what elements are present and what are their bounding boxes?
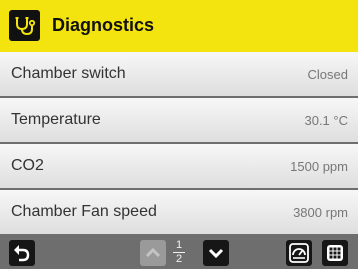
chevron-up-icon bbox=[145, 247, 161, 258]
gauge-button[interactable] bbox=[286, 240, 312, 266]
row-label: CO2 bbox=[11, 157, 44, 174]
row-label: Temperature bbox=[11, 111, 101, 128]
list-item-chamber-switch: Chamber switch Closed bbox=[0, 52, 358, 96]
row-value: 1500 ppm bbox=[290, 159, 348, 174]
footer-toolbar: 1 2 bbox=[0, 236, 358, 269]
page-up-button[interactable] bbox=[140, 240, 166, 266]
row-label: Chamber Fan speed bbox=[11, 203, 157, 220]
diagnostics-list: Chamber switch Closed Temperature 30.1 °… bbox=[0, 52, 358, 236]
stethoscope-icon bbox=[9, 10, 40, 41]
page-total: 2 bbox=[175, 253, 183, 265]
back-button[interactable] bbox=[9, 240, 35, 266]
row-value: 3800 rpm bbox=[293, 205, 348, 220]
list-item-temperature: Temperature 30.1 °C bbox=[0, 98, 358, 142]
grid-menu-icon bbox=[327, 245, 343, 261]
list-item-co2: CO2 1500 ppm bbox=[0, 144, 358, 188]
page-down-button[interactable] bbox=[203, 240, 229, 266]
row-value: 30.1 °C bbox=[304, 113, 348, 128]
list-item-chamber-fan-speed: Chamber Fan speed 3800 rpm bbox=[0, 190, 358, 234]
header-bar: Diagnostics bbox=[0, 0, 358, 52]
diagnostics-screen: Diagnostics Chamber switch Closed Temper… bbox=[0, 0, 358, 269]
row-value: Closed bbox=[307, 67, 348, 82]
page-current: 1 bbox=[175, 239, 183, 251]
page-title: Diagnostics bbox=[52, 15, 155, 35]
page-indicator: 1 2 bbox=[172, 239, 186, 266]
gauge-icon bbox=[289, 243, 309, 263]
back-arrow-icon bbox=[14, 245, 30, 262]
chevron-down-icon bbox=[208, 248, 224, 259]
row-label: Chamber switch bbox=[11, 65, 126, 82]
menu-button[interactable] bbox=[322, 240, 348, 266]
